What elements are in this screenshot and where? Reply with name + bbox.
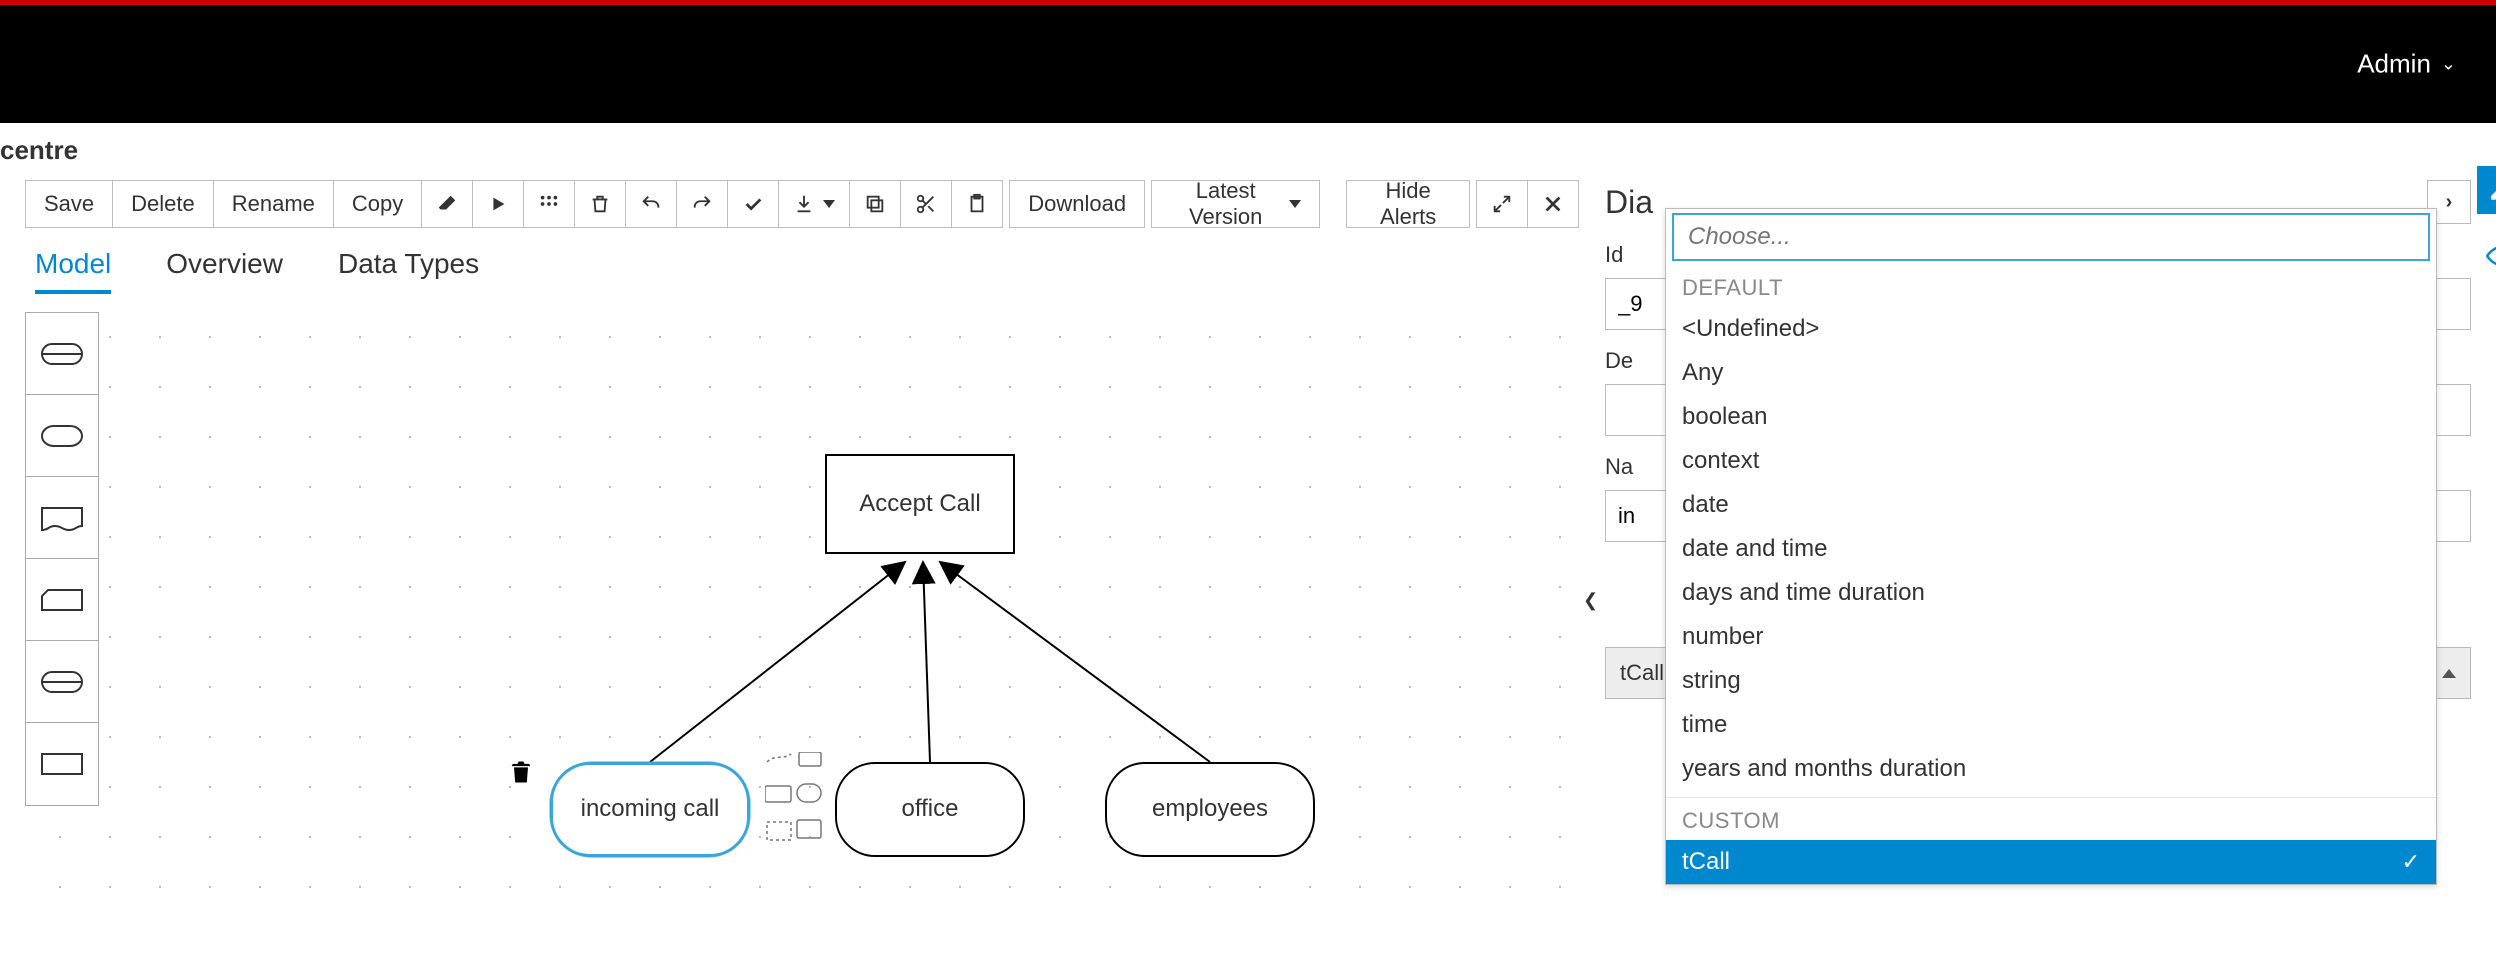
check-icon (742, 193, 764, 215)
text-annotation-icon (40, 666, 84, 698)
node-palette (25, 312, 99, 806)
close-icon (1542, 193, 1564, 215)
check-icon: ✓ (2402, 849, 2420, 875)
expand-button[interactable] (1476, 180, 1528, 228)
duplicate-button[interactable] (850, 180, 901, 228)
decision-service-icon (40, 338, 84, 370)
play-button[interactable] (473, 180, 524, 228)
palette-decision[interactable] (26, 723, 98, 805)
eraser-button[interactable] (422, 180, 473, 228)
input-node-incoming-call[interactable]: incoming call (550, 762, 750, 857)
caret-up-icon (2442, 669, 2456, 678)
input-data-icon (40, 420, 84, 452)
decision-node[interactable]: Accept Call (825, 454, 1015, 554)
trash-icon (589, 193, 611, 215)
dropdown-search-input[interactable] (1672, 213, 2430, 261)
duplicate-icon (864, 193, 886, 215)
dropdown-option[interactable]: boolean (1666, 395, 2436, 439)
dropdown-option-label: tCall (1682, 848, 1730, 876)
chevron-down-icon: ⌄ (2441, 54, 2456, 75)
dropdown-option[interactable]: date (1666, 483, 2436, 527)
palette-knowledge-source[interactable] (26, 477, 98, 559)
pencil-icon (2488, 177, 2496, 203)
user-menu[interactable]: Admin ⌄ (2357, 49, 2456, 80)
input-node-office[interactable]: office (835, 762, 1025, 857)
properties-panel: Dia › Id De Na ❯ tCall DEFAULT (1605, 180, 2471, 922)
cut-button[interactable] (901, 180, 952, 228)
dropdown-group-custom: CUSTOM (1666, 798, 2436, 840)
eraser-icon (436, 193, 458, 215)
paste-icon (966, 193, 988, 215)
preview-button[interactable] (2477, 232, 2496, 280)
dropdown-option[interactable]: context (1666, 439, 2436, 483)
dropdown-option[interactable]: date and time (1666, 527, 2436, 571)
eye-icon (2486, 241, 2496, 271)
dropdown-option[interactable]: <Undefined> (1666, 307, 2436, 351)
redo-icon (691, 193, 713, 215)
undo-icon (640, 193, 662, 215)
bkm-icon (40, 584, 84, 616)
caret-down-icon (1289, 200, 1301, 208)
top-black-bar: Admin ⌄ (0, 5, 2496, 123)
diagram-connectors (25, 302, 1585, 922)
redo-button[interactable] (677, 180, 728, 228)
save-button[interactable]: Save (25, 180, 113, 228)
dropdown-option[interactable]: Any (1666, 351, 2436, 395)
breadcrumb: centre (0, 123, 2496, 180)
hide-alerts-button[interactable]: Hide Alerts (1346, 180, 1470, 228)
editor-tabs: Model Overview Data Types (25, 248, 1585, 294)
dropdown-option[interactable]: string (1666, 659, 2436, 703)
palette-input-data[interactable] (26, 395, 98, 477)
dropdown-option[interactable]: days and time duration (1666, 571, 2436, 615)
input-node-employees[interactable]: employees (1105, 762, 1315, 857)
play-icon (487, 193, 509, 215)
edit-properties-button[interactable] (2477, 166, 2496, 214)
tab-model[interactable]: Model (35, 248, 111, 294)
decision-icon (40, 748, 84, 780)
export-dropdown-button[interactable] (779, 180, 850, 228)
dropdown-option[interactable]: number (1666, 615, 2436, 659)
copy-button[interactable]: Copy (334, 180, 422, 228)
dropdown-option-selected[interactable]: tCall ✓ (1666, 840, 2436, 884)
delete-button[interactable]: Delete (113, 180, 214, 228)
knowledge-source-icon (40, 502, 84, 534)
edit-strip (2476, 166, 2496, 280)
rename-button[interactable]: Rename (214, 180, 334, 228)
download-button[interactable]: Download (1009, 180, 1145, 228)
undo-button[interactable] (626, 180, 677, 228)
palette-decision-service[interactable] (26, 313, 98, 395)
dropdown-group-default: DEFAULT (1666, 265, 2436, 307)
paste-button[interactable] (952, 180, 1003, 228)
user-menu-label: Admin (2357, 49, 2431, 80)
validate-button[interactable] (728, 180, 779, 228)
context-delete-icon[interactable] (507, 757, 535, 787)
expand-icon (1491, 193, 1513, 215)
download-icon (793, 193, 815, 215)
trash-button[interactable] (575, 180, 626, 228)
palette-text-annotation[interactable] (26, 641, 98, 723)
scissors-icon (915, 193, 937, 215)
data-type-section-toggle[interactable]: ❯ (1583, 590, 1598, 611)
dropdown-option[interactable]: years and months duration (1666, 747, 2436, 791)
grid-button[interactable] (524, 180, 575, 228)
caret-down-icon (823, 200, 835, 208)
dropdown-option[interactable]: time (1666, 703, 2436, 747)
diagram-canvas[interactable]: Accept Call incoming call office employe… (25, 302, 1585, 922)
context-connect-pad (765, 752, 825, 862)
data-type-dropdown: DEFAULT <Undefined> Any boolean context … (1665, 208, 2437, 885)
close-button[interactable] (1528, 180, 1579, 228)
version-label: Latest Version (1170, 178, 1281, 230)
tab-data-types[interactable]: Data Types (338, 248, 479, 294)
grid-icon (538, 193, 560, 215)
palette-bkm[interactable] (26, 559, 98, 641)
version-dropdown[interactable]: Latest Version (1151, 180, 1320, 228)
tab-overview[interactable]: Overview (166, 248, 283, 294)
data-type-value: tCall (1620, 660, 1664, 686)
toolbar: Save Delete Rename Copy (25, 180, 1585, 228)
